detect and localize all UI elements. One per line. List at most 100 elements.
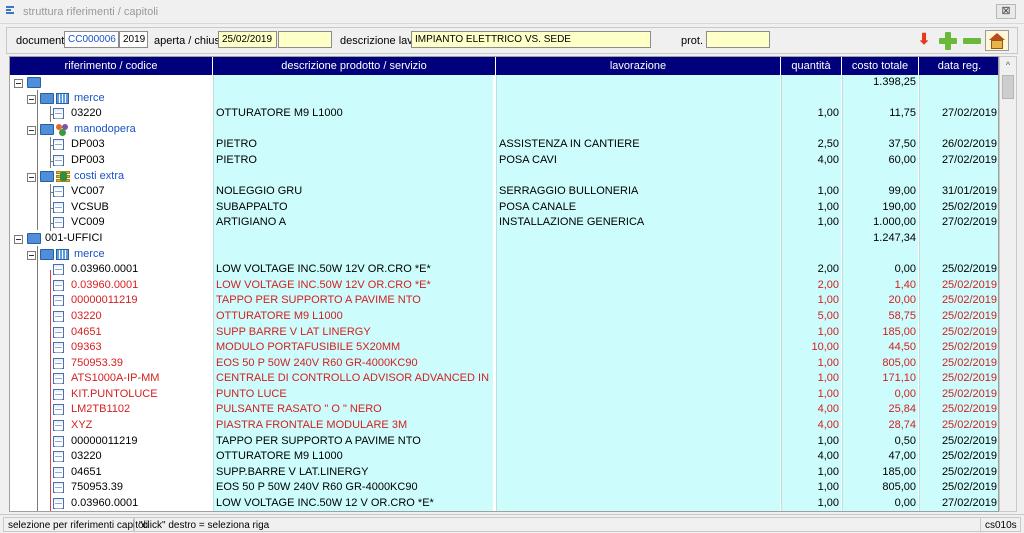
- ref-code-text: 09363: [71, 341, 102, 354]
- document-icon: [53, 139, 64, 151]
- date-cell: [919, 75, 998, 91]
- document-icon: [53, 482, 64, 494]
- ref-cell: DP003: [10, 137, 213, 153]
- scroll-up-button[interactable]: ^: [1000, 57, 1016, 74]
- table-row[interactable]: ATS1000A-IP-MM CENTRALE DI CONTROLLO ADVI…: [10, 371, 998, 387]
- aperta-date-field[interactable]: 25/02/2019: [218, 31, 277, 48]
- ref-cell: DP003: [10, 153, 213, 169]
- chiusa-date-field[interactable]: [278, 31, 332, 48]
- work-cell: [496, 168, 780, 185]
- date-cell: [919, 121, 998, 138]
- documento-field[interactable]: CC000006: [64, 31, 119, 48]
- ref-cell: 03220: [10, 106, 213, 122]
- table-row[interactable]: LM2TB1102 PULSANTE RASATO " O " NERO 4,00 2…: [10, 402, 998, 419]
- vertical-scrollbar[interactable]: ^: [999, 56, 1017, 512]
- table-row[interactable]: KIT.PUNTOLUCE PUNTO LUCE 1,00 0,00 25/02/201…: [10, 386, 998, 403]
- work-cell: ASSISTENZA IN CANTIERE: [496, 137, 780, 153]
- description-cell: SUBAPPALTO: [213, 199, 493, 216]
- quantity-cell: 1,00: [781, 199, 841, 216]
- date-cell: 25/02/2019: [919, 277, 998, 294]
- ref-cell: ATS1000A-IP-MM: [10, 371, 213, 387]
- table-row[interactable]: merce: [10, 246, 998, 263]
- prot-field[interactable]: [706, 31, 770, 48]
- table-row[interactable]: 00000011219 TAPPO PER SUPPORTO A PAVIME N…: [10, 433, 998, 450]
- descrizione-lavori-field[interactable]: IMPIANTO ELETTRICO VS. SEDE: [411, 31, 651, 48]
- table-row[interactable]: 04651 SUPP BARRE V LAT LINERGY 1,00 185,00 2…: [10, 324, 998, 341]
- green-minus-icon[interactable]: [961, 30, 983, 51]
- scroll-thumb[interactable]: [1002, 75, 1014, 99]
- document-icon: [53, 154, 64, 166]
- ref-code-text: 03220: [71, 107, 102, 120]
- table-row[interactable]: 0.03960.0001 LOW VOLTAGE INC.50W 12V OR.C…: [10, 277, 998, 294]
- ref-cell: [10, 75, 213, 91]
- col-header-cost[interactable]: costo totale: [842, 57, 919, 75]
- table-row[interactable]: 03220 OTTURATORE M9 L1000 1,00 11,75 27/02/2…: [10, 106, 998, 122]
- anno-field[interactable]: 2019: [119, 31, 148, 48]
- chapters-grid[interactable]: riferimento / codice descrizione prodott…: [9, 56, 999, 512]
- cost-cell: 37,50: [842, 137, 918, 153]
- date-cell: 25/02/2019: [919, 262, 998, 278]
- table-row[interactable]: XYZ PIASTRA FRONTALE MODULARE 3M 4,00 28,74…: [10, 418, 998, 434]
- ref-cell: 00000011219: [10, 434, 213, 450]
- close-button[interactable]: ⊠: [996, 4, 1016, 19]
- ref-cell: 0.03960.0001: [10, 496, 213, 511]
- col-header-desc[interactable]: descrizione prodotto / servizio: [213, 57, 496, 75]
- document-icon: [53, 357, 64, 369]
- table-row[interactable]: costi extra: [10, 168, 998, 185]
- quantity-cell: 1,00: [781, 293, 841, 309]
- work-cell: [496, 90, 780, 107]
- table-row[interactable]: 04651 SUPP.BARRE V LAT.LINERGY 1,00 185,00 2…: [10, 464, 998, 481]
- collapse-toggle-icon[interactable]: [27, 172, 36, 182]
- col-header-qty[interactable]: quantità: [781, 57, 842, 75]
- col-header-date[interactable]: data reg.: [919, 57, 998, 75]
- cost-cell: [842, 168, 918, 185]
- work-cell: [496, 277, 780, 294]
- table-row[interactable]: 00000011219 TAPPO PER SUPPORTO A PAVIME N…: [10, 293, 998, 309]
- table-row[interactable]: VC007 NOLEGGIO GRU SERRAGGIO BULLONERIA 1,0…: [10, 184, 998, 200]
- work-cell: [496, 355, 780, 372]
- description-cell: OTTURATORE M9 L1000: [213, 106, 493, 122]
- collapse-toggle-icon[interactable]: [27, 250, 36, 260]
- date-cell: 25/02/2019: [919, 464, 998, 481]
- table-row[interactable]: 0.03960.0001 LOW VOLTAGE INC.50W 12 V OR.…: [10, 496, 998, 511]
- quantity-cell: 1,00: [781, 480, 841, 497]
- red-down-arrow-icon[interactable]: ⬇: [913, 30, 935, 51]
- quantity-cell: 1,00: [781, 496, 841, 511]
- collapse-toggle-icon[interactable]: [14, 234, 23, 244]
- ref-cell: 00000011219: [10, 293, 213, 309]
- table-row[interactable]: DP003 PIETRO ASSISTENZA IN CANTIERE 2,50 37,…: [10, 137, 998, 153]
- people-icon: [56, 123, 70, 136]
- table-row[interactable]: 09363 MODULO PORTAFUSIBILE 5X20MM 10,00 44,…: [10, 340, 998, 356]
- table-row[interactable]: merce: [10, 90, 998, 107]
- table-row[interactable]: 750953.39 EOS 50 P 50W 240V R60 GR-4000KC…: [10, 355, 998, 372]
- quantity-cell: 1,00: [781, 433, 841, 450]
- table-row[interactable]: 03220 OTTURATORE M9 L1000 5,00 58,75 25/02/2…: [10, 308, 998, 325]
- collapse-toggle-icon[interactable]: [27, 94, 36, 104]
- table-row[interactable]: VCSUB SUBAPPALTO POSA CANALE 1,00 190,00 25/0…: [10, 199, 998, 216]
- work-cell: [496, 402, 780, 419]
- col-header-work[interactable]: lavorazione: [496, 57, 781, 75]
- ref-cell: VCSUB: [10, 200, 213, 216]
- table-row[interactable]: VC009 ARTIGIANO A INSTALLAZIONE GENERICA 1,…: [10, 215, 998, 231]
- quantity-cell: [781, 168, 841, 185]
- cost-cell: 805,00: [842, 355, 918, 372]
- table-row[interactable]: 03220 OTTURATORE M9 L1000 4,00 47,00 25/02/2…: [10, 449, 998, 465]
- table-row[interactable]: 0.03960.0001 LOW VOLTAGE INC.50W 12V OR.C…: [10, 262, 998, 278]
- quantity-cell: 1,00: [781, 106, 841, 122]
- date-cell: 31/01/2019: [919, 184, 998, 200]
- collapse-toggle-icon[interactable]: [27, 125, 36, 135]
- home-icon[interactable]: [985, 30, 1009, 51]
- description-cell: [213, 230, 493, 247]
- green-plus-icon[interactable]: [937, 30, 959, 51]
- table-row[interactable]: 001-UFFICI 1.247,34: [10, 230, 998, 247]
- col-header-ref[interactable]: riferimento / codice: [10, 57, 213, 75]
- work-cell: [496, 230, 780, 247]
- table-row[interactable]: 750953.39 EOS 50 P 50W 240V R60 GR-4000KC…: [10, 480, 998, 497]
- table-row[interactable]: DP003 PIETRO POSA CAVI 4,00 60,00 27/02/2019: [10, 152, 998, 169]
- table-row[interactable]: manodopera: [10, 121, 998, 138]
- date-cell: 25/02/2019: [919, 386, 998, 403]
- document-icon: [53, 404, 64, 416]
- ref-cell: 750953.39: [10, 356, 213, 372]
- table-row[interactable]: 1.398,25: [10, 75, 998, 91]
- collapse-toggle-icon[interactable]: [14, 79, 23, 88]
